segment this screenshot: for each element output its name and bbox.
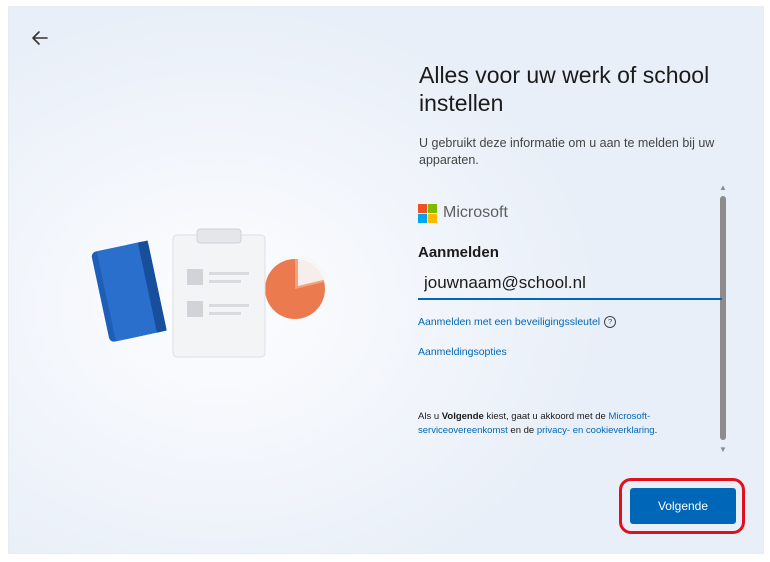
help-icon[interactable]: ? xyxy=(604,316,617,328)
privacy-link[interactable]: privacy- en cookieverklaring xyxy=(537,425,655,436)
microsoft-logo: Microsoft xyxy=(418,202,508,224)
security-key-link[interactable]: Aanmelden met een beveiligingssleutel ? xyxy=(418,316,617,328)
microsoft-squares-icon xyxy=(418,203,437,223)
back-button[interactable] xyxy=(27,25,53,51)
terms-middle: kiest, gaat u akkoord met de xyxy=(483,411,609,422)
terms-text: Als u Volgende kiest, gaat u akkoord met… xyxy=(418,410,698,438)
clipboard-icon xyxy=(172,228,266,358)
notebook-icon xyxy=(91,240,167,342)
microsoft-brand-text: Microsoft xyxy=(443,204,508,221)
signin-options-link[interactable]: Aanmeldingsopties xyxy=(418,346,507,358)
panel-scrollbar[interactable]: ▲ ▼ xyxy=(716,178,730,460)
scroll-up-icon[interactable]: ▲ xyxy=(716,182,730,194)
security-key-link-label: Aanmelden met een beveiligingssleutel xyxy=(418,316,601,328)
scroll-thumb[interactable] xyxy=(720,196,726,440)
terms-and: en de xyxy=(507,425,537,436)
signin-heading: Aanmelden xyxy=(418,244,499,261)
pie-chart-icon xyxy=(265,256,327,319)
setup-illustration xyxy=(91,228,327,358)
email-field[interactable] xyxy=(418,268,722,300)
scroll-down-icon[interactable]: ▼ xyxy=(716,444,730,456)
page-title: Alles voor uw werk of school instellen xyxy=(419,62,710,116)
terms-prefix: Als u xyxy=(418,411,442,422)
terms-end: . xyxy=(654,425,658,436)
next-button[interactable]: Volgende xyxy=(630,488,736,524)
terms-bold: Volgende xyxy=(441,411,484,422)
page-subtitle: U gebruikt deze informatie om u aan te m… xyxy=(419,136,715,167)
arrow-left-icon xyxy=(32,31,48,45)
